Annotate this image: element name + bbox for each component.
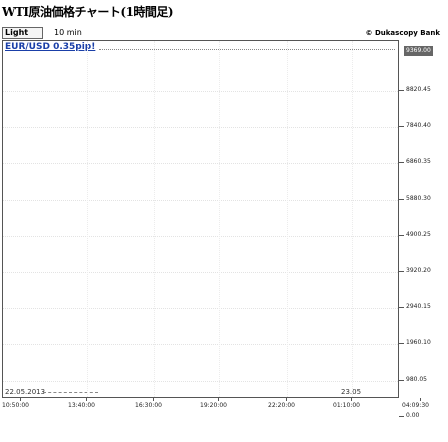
x-tick-label: 22:20:00 [268,402,295,409]
grid-line-horizontal [3,380,398,382]
grid-line-vertical [219,41,220,397]
y-tick-label: 7840.40 [399,122,431,130]
x-tick-mark [86,398,87,401]
grid-line-horizontal [3,344,398,346]
x-tick-mark [286,398,287,401]
page-title: WTI原油価格チャート(1時間足) [2,5,174,19]
grid-line-horizontal [3,272,398,273]
grid-line-horizontal [3,199,398,201]
interval-label: 10 min [54,28,82,37]
x-tick-label: 13:40:00 [68,402,95,409]
x-tick-mark [420,398,421,401]
y-tick-label: 2940.15 [399,303,431,311]
grid-line-vertical [287,41,288,397]
toolbar: Light 10 min © Dukascopy Bank [0,26,448,40]
y-tick-label: 1960.10 [399,339,431,347]
grid-line-vertical [352,41,353,397]
y-tick-label: 5880.30 [399,194,431,202]
copyright-text: © Dukascopy Bank [365,29,440,37]
x-tick-label: 16:30:00 [135,402,162,409]
x-tick-mark [153,398,154,401]
x-tick-mark [351,398,352,401]
grid-line-horizontal [3,163,398,165]
y-tick-label: 4900.25 [399,230,431,238]
x-axis: 10:50:00 13:40:00 16:30:00 19:20:00 22:20:00… [0,398,448,414]
x-tick-mark [20,398,21,401]
last-price-badge: 9369.00 [404,46,433,56]
y-tick-label: 8820.45 [399,86,431,93]
x-tick-label: 01:10:00 [333,402,360,409]
light-button[interactable]: Light [2,27,44,39]
x-tick-mark [218,398,219,401]
x-tick-label: 04:09:30 [402,402,429,409]
grid-line-horizontal [3,235,398,237]
y-tick-label: 980.05 [399,375,427,383]
y-tick-label: 6860.35 [399,158,431,166]
grid-line-horizontal [3,127,398,129]
instrument-label[interactable]: EUR/USD 0.35pip! [5,42,95,52]
y-tick-label: 3920.20 [399,267,431,274]
x-tick-label: 19:20:00 [200,402,227,409]
price-line [99,49,395,50]
baseline-line [43,392,98,393]
grid-line-horizontal [3,308,398,310]
start-date-label: 22.05.2013 [5,388,46,396]
x-tick-label: 10:50:00 [2,402,29,409]
grid-line-horizontal [3,91,398,92]
y-axis: 9369.00 8820.45 7840.40 6860.35 5880.30 4900… [398,40,448,419]
chart-plot-area[interactable]: EUR/USD 0.35pip! 22.05.2013 23.05 [2,40,399,398]
grid-line-vertical [87,41,88,397]
grid-line-vertical [154,41,155,397]
